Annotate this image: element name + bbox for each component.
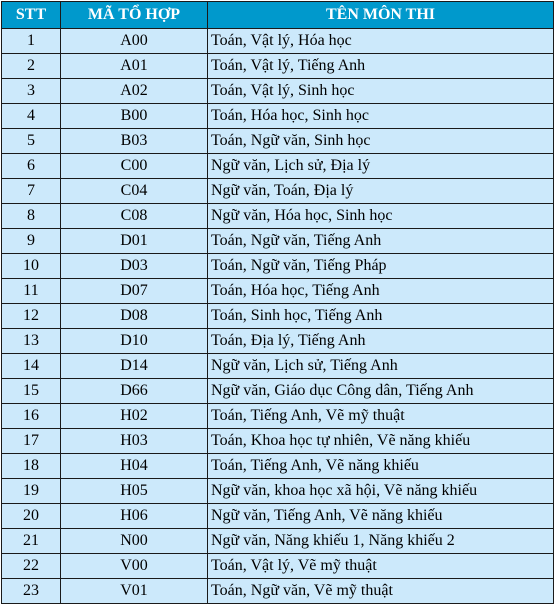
- cell-stt: 5: [1, 128, 61, 154]
- cell-stt: 22: [1, 553, 61, 579]
- cell-stt: 9: [1, 228, 61, 254]
- cell-stt: 12: [1, 303, 61, 329]
- table-row: 9 D01 Toán, Ngữ văn, Tiếng Anh: [1, 228, 554, 254]
- cell-code: D14: [60, 353, 208, 379]
- cell-subjects: Ngữ văn, Toán, Địa lý: [207, 178, 554, 204]
- cell-subjects: Toán, Vật lý, Hóa học: [207, 28, 554, 54]
- header-stt: STT: [1, 1, 61, 29]
- table-row: 23 V01 Toán, Ngữ văn, Vẽ mỹ thuật: [1, 578, 554, 604]
- cell-subjects: Toán, Vật lý, Vẽ mỹ thuật: [207, 553, 554, 579]
- cell-code: D01: [60, 228, 208, 254]
- cell-stt: 8: [1, 203, 61, 229]
- cell-stt: 16: [1, 403, 61, 429]
- cell-subjects: Toán, Ngữ văn, Tiếng Pháp: [207, 253, 554, 279]
- cell-code: V00: [60, 553, 208, 579]
- cell-subjects: Toán, Ngữ văn, Sinh học: [207, 128, 554, 154]
- cell-subjects: Toán, Khoa học tự nhiên, Vẽ năng khiếu: [207, 428, 554, 454]
- header-subjects: TÊN MÔN THI: [207, 1, 554, 29]
- table-row: 3 A02 Toán, Vật lý, Sinh học: [1, 78, 554, 104]
- cell-code: D66: [60, 378, 208, 404]
- cell-subjects: Toán, Ngữ văn, Tiếng Anh: [207, 228, 554, 254]
- cell-stt: 11: [1, 278, 61, 304]
- cell-code: V01: [60, 578, 208, 604]
- cell-stt: 21: [1, 528, 61, 554]
- table-row: 2 A01 Toán, Vật lý, Tiếng Anh: [1, 53, 554, 79]
- cell-stt: 10: [1, 253, 61, 279]
- cell-code: H06: [60, 503, 208, 529]
- table-row: 8 C08 Ngữ văn, Hóa học, Sinh học: [1, 203, 554, 229]
- cell-code: H05: [60, 478, 208, 504]
- cell-subjects: Ngữ văn, Năng khiếu 1, Năng khiếu 2: [207, 528, 554, 554]
- cell-code: C04: [60, 178, 208, 204]
- table-row: 1 A00 Toán, Vật lý, Hóa học: [1, 28, 554, 54]
- cell-code: A01: [60, 53, 208, 79]
- table-row: 17 H03 Toán, Khoa học tự nhiên, Vẽ năng kh…: [1, 428, 554, 454]
- cell-subjects: Ngữ văn, Lịch sử, Địa lý: [207, 153, 554, 179]
- cell-code: C08: [60, 203, 208, 229]
- table-body: 1 A00 Toán, Vật lý, Hóa học 2 A01 Toán, Vật l…: [1, 28, 554, 604]
- header-code: MÃ TỔ HỢP: [60, 1, 208, 29]
- cell-stt: 3: [1, 78, 61, 104]
- cell-code: B03: [60, 128, 208, 154]
- table-row: 7 C04 Ngữ văn, Toán, Địa lý: [1, 178, 554, 204]
- table-row: 18 H04 Toán, Tiếng Anh, Vẽ năng khiếu: [1, 453, 554, 479]
- table-row: 5 B03 Toán, Ngữ văn, Sinh học: [1, 128, 554, 154]
- header-row: STT MÃ TỔ HỢP TÊN MÔN THI: [1, 1, 554, 29]
- cell-stt: 14: [1, 353, 61, 379]
- cell-subjects: Ngữ văn, Hóa học, Sinh học: [207, 203, 554, 229]
- cell-code: D08: [60, 303, 208, 329]
- cell-subjects: Toán, Sinh học, Tiếng Anh: [207, 303, 554, 329]
- cell-subjects: Toán, Hóa học, Sinh học: [207, 103, 554, 129]
- cell-subjects: Toán, Tiếng Anh, Vẽ mỹ thuật: [207, 403, 554, 429]
- cell-code: D10: [60, 328, 208, 354]
- cell-stt: 23: [1, 578, 61, 604]
- cell-stt: 19: [1, 478, 61, 504]
- cell-subjects: Toán, Hóa học, Tiếng Anh: [207, 278, 554, 304]
- cell-stt: 13: [1, 328, 61, 354]
- cell-code: B00: [60, 103, 208, 129]
- table-row: 21 N00 Ngữ văn, Năng khiếu 1, Năng khiếu 2: [1, 528, 554, 554]
- table-row: 14 D14 Ngữ văn, Lịch sử, Tiếng Anh: [1, 353, 554, 379]
- cell-code: D03: [60, 253, 208, 279]
- cell-subjects: Ngữ văn, Lịch sử, Tiếng Anh: [207, 353, 554, 379]
- table-row: 12 D08 Toán, Sinh học, Tiếng Anh: [1, 303, 554, 329]
- table-row: 11 D07 Toán, Hóa học, Tiếng Anh: [1, 278, 554, 304]
- cell-subjects: Toán, Tiếng Anh, Vẽ năng khiếu: [207, 453, 554, 479]
- cell-stt: 20: [1, 503, 61, 529]
- cell-code: H04: [60, 453, 208, 479]
- cell-stt: 4: [1, 103, 61, 129]
- cell-subjects: Toán, Địa lý, Tiếng Anh: [207, 328, 554, 354]
- cell-code: D07: [60, 278, 208, 304]
- cell-stt: 15: [1, 378, 61, 404]
- cell-code: C00: [60, 153, 208, 179]
- table-row: 6 C00 Ngữ văn, Lịch sử, Địa lý: [1, 153, 554, 179]
- cell-subjects: Ngữ văn, Giáo dục Công dân, Tiếng Anh: [207, 378, 554, 404]
- table-row: 4 B00 Toán, Hóa học, Sinh học: [1, 103, 554, 129]
- cell-stt: 6: [1, 153, 61, 179]
- cell-stt: 18: [1, 453, 61, 479]
- table-row: 19 H05 Ngữ văn, khoa học xã hội, Vẽ năng k…: [1, 478, 554, 504]
- cell-subjects: Toán, Ngữ văn, Vẽ mỹ thuật: [207, 578, 554, 604]
- cell-stt: 7: [1, 178, 61, 204]
- cell-subjects: Toán, Vật lý, Tiếng Anh: [207, 53, 554, 79]
- subject-combination-table: STT MÃ TỔ HỢP TÊN MÔN THI 1 A00 Toán, Vật …: [1, 1, 554, 604]
- table-row: 22 V00 Toán, Vật lý, Vẽ mỹ thuật: [1, 553, 554, 579]
- cell-code: H03: [60, 428, 208, 454]
- cell-code: A00: [60, 28, 208, 54]
- table-row: 15 D66 Ngữ văn, Giáo dục Công dân, Tiếng A…: [1, 378, 554, 404]
- table-row: 16 H02 Toán, Tiếng Anh, Vẽ mỹ thuật: [1, 403, 554, 429]
- table-row: 10 D03 Toán, Ngữ văn, Tiếng Pháp: [1, 253, 554, 279]
- cell-subjects: Ngữ văn, khoa học xã hội, Vẽ năng khiếu: [207, 478, 554, 504]
- cell-subjects: Ngữ văn, Tiếng Anh, Vẽ năng khiếu: [207, 503, 554, 529]
- cell-subjects: Toán, Vật lý, Sinh học: [207, 78, 554, 104]
- cell-code: H02: [60, 403, 208, 429]
- cell-code: N00: [60, 528, 208, 554]
- cell-code: A02: [60, 78, 208, 104]
- cell-stt: 17: [1, 428, 61, 454]
- cell-stt: 2: [1, 53, 61, 79]
- cell-stt: 1: [1, 28, 61, 54]
- table-row: 13 D10 Toán, Địa lý, Tiếng Anh: [1, 328, 554, 354]
- table-row: 20 H06 Ngữ văn, Tiếng Anh, Vẽ năng khiếu: [1, 503, 554, 529]
